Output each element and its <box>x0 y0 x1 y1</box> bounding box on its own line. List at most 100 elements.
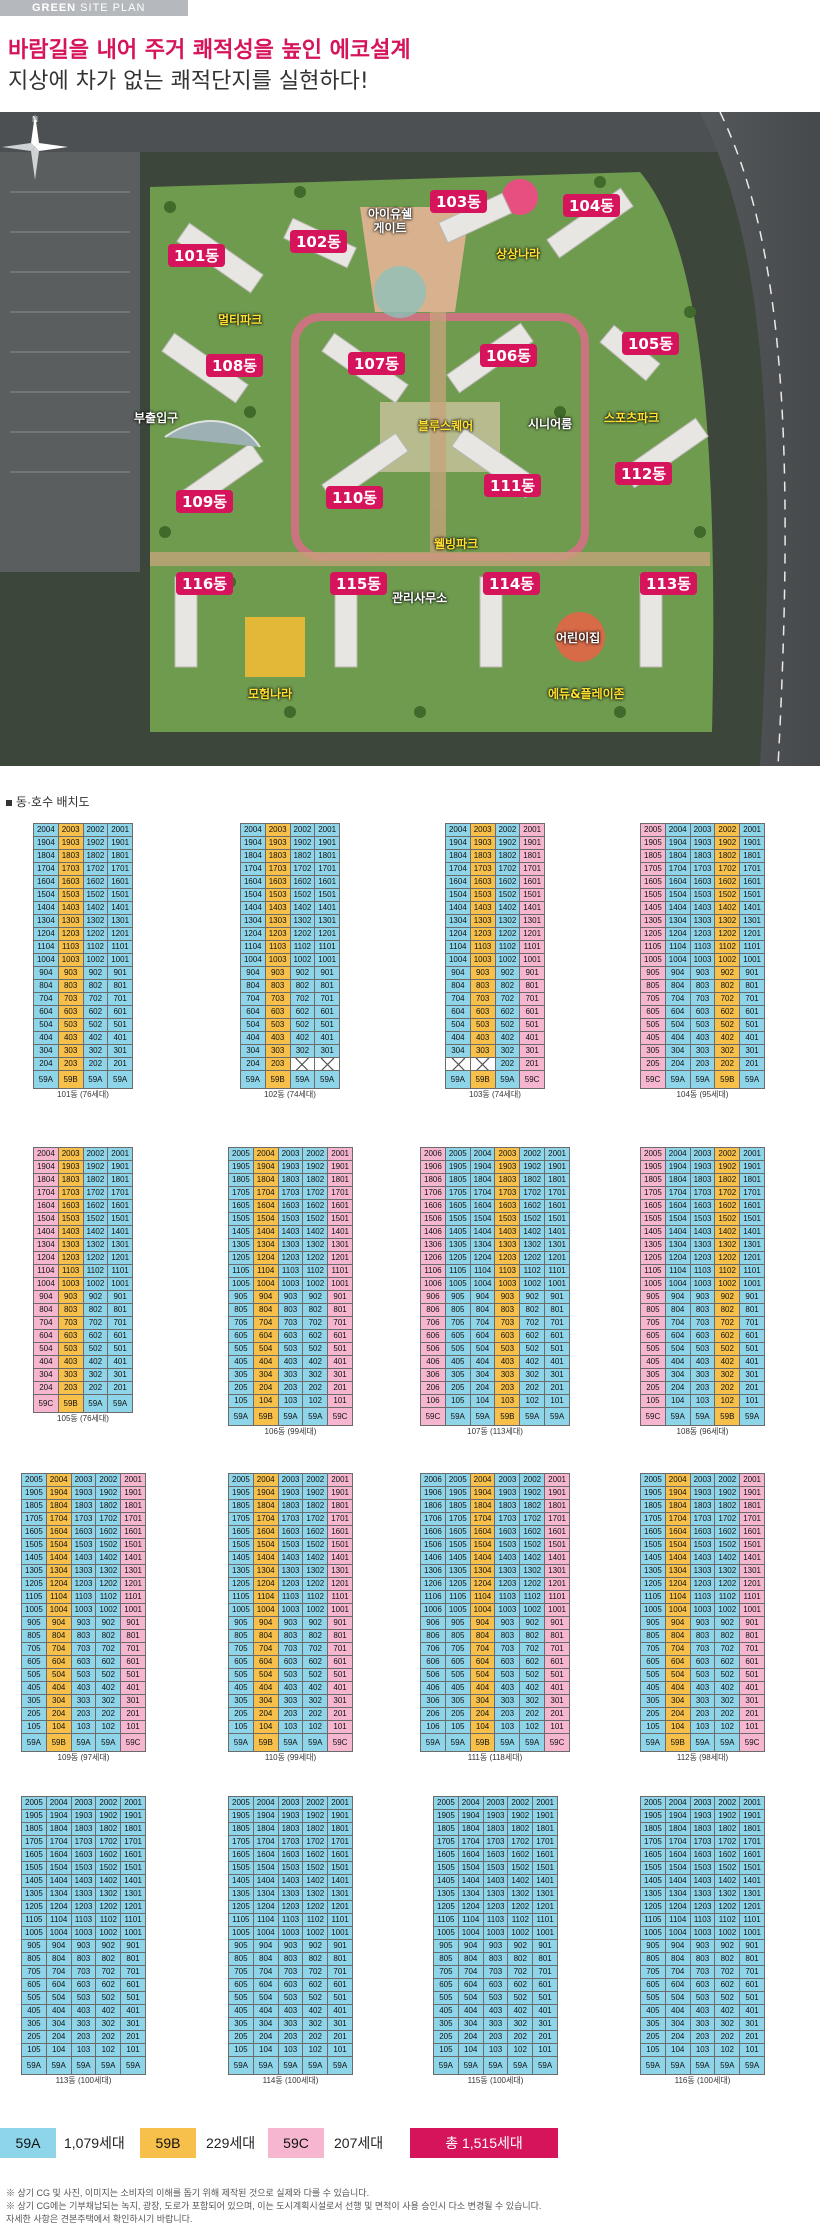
unit-cell: 1805 <box>228 1173 254 1187</box>
unit-cell: 405 <box>640 1031 666 1045</box>
building-label-115[interactable]: 115동 <box>330 572 388 595</box>
unit-cell: 1604 <box>252 1848 279 1862</box>
unit-cell: 901 <box>107 1290 133 1304</box>
unit-cell: 101 <box>739 2043 765 2057</box>
unit-cell: 802 <box>95 1629 122 1643</box>
unit-cell: 2002 <box>95 1796 122 1810</box>
building-label-106[interactable]: 106동 <box>480 344 538 367</box>
unit-cell: 1001 <box>544 1603 570 1617</box>
unit-cell: 1704 <box>240 862 266 876</box>
unit-cell: 401 <box>107 1031 133 1045</box>
unit-cell: 1406 <box>420 1225 446 1239</box>
unit-cell: 403 <box>689 1355 716 1369</box>
unit-cell: 204 <box>252 1707 279 1721</box>
unit-cell: 702 <box>714 1965 741 1979</box>
unit-cell: 1804 <box>33 849 59 863</box>
unit-cell: 1701 <box>519 862 545 876</box>
unit-type-cell: 59A <box>714 2056 741 2075</box>
unit-cell: 603 <box>264 1005 291 1019</box>
building-label-116[interactable]: 116동 <box>176 572 234 595</box>
unit-type-cell: 59A <box>70 1733 97 1752</box>
unit-cell: 1703 <box>689 1835 716 1849</box>
unit-cell: 203 <box>494 1381 521 1395</box>
unit-cell: 402 <box>714 1355 741 1369</box>
unit-cell: 105 <box>228 1720 254 1734</box>
building-label-105[interactable]: 105동 <box>622 332 680 355</box>
unit-cell: 1205 <box>228 1577 254 1591</box>
building-label-104[interactable]: 104동 <box>563 194 621 217</box>
unit-cell: 1405 <box>444 1225 471 1239</box>
unit-cell: 1204 <box>664 1577 691 1591</box>
unit-type-cell: 59A <box>739 2056 765 2075</box>
unit-cell: 1501 <box>532 1861 558 1875</box>
unit-cell: 905 <box>21 1939 47 1953</box>
unit-cell: 1303 <box>264 914 291 928</box>
building-label-112[interactable]: 112동 <box>615 462 673 485</box>
unit-cell: 303 <box>689 1694 716 1708</box>
unit-cell: 803 <box>689 1952 716 1966</box>
building-label-110[interactable]: 110동 <box>326 486 384 509</box>
unit-cell: 1606 <box>420 1199 446 1213</box>
unit-cell: 604 <box>664 1978 691 1992</box>
unit-cell: 506 <box>420 1342 446 1356</box>
facility-sangsang: 상상나라 <box>496 247 541 261</box>
unit-cell: 801 <box>519 979 545 993</box>
building-label-103[interactable]: 103동 <box>430 190 488 213</box>
unit-cell: 1304 <box>33 1238 59 1252</box>
unit-cell: 702 <box>302 1642 329 1656</box>
unit-cell: 1001 <box>314 953 340 967</box>
unit-cell: 104 <box>252 1720 279 1734</box>
unit-cell: 403 <box>277 1355 304 1369</box>
building-label-109[interactable]: 109동 <box>176 490 234 513</box>
unit-cell: 1405 <box>433 1874 459 1888</box>
unit-cell: 1304 <box>664 1887 691 1901</box>
unit-cell: 404 <box>469 1681 496 1695</box>
unit-cell: 1802 <box>494 849 521 863</box>
building-label-102[interactable]: 102동 <box>290 230 348 253</box>
unit-cell: 1405 <box>444 1551 471 1565</box>
unit-cell: 1701 <box>314 862 340 876</box>
unit-type-cell: 59C <box>33 1394 59 1413</box>
unit-cell: 603 <box>70 1978 97 1992</box>
unit-cell: 1905 <box>640 1809 666 1823</box>
facility-edu-play-zone: 에듀&플레이존 <box>548 687 625 701</box>
unit-cell: 401 <box>120 2004 146 2018</box>
unit-cell: 1503 <box>57 1212 84 1226</box>
building-label-107[interactable]: 107동 <box>348 352 406 375</box>
building-label-108[interactable]: 108동 <box>206 354 264 377</box>
unit-cell: 802 <box>519 1303 546 1317</box>
unit-cell: 702 <box>714 992 741 1006</box>
unit-cell: 1504 <box>33 888 59 902</box>
unit-type-cell: 59A <box>482 2056 509 2075</box>
unit-type-cell: 59A <box>739 1407 765 1426</box>
unit-cell: 1203 <box>70 1900 97 1914</box>
unit-type-cell: 59A <box>70 2056 97 2075</box>
unit-cell: 502 <box>82 1342 109 1356</box>
unit-cell: 601 <box>107 1329 133 1343</box>
unit-cell: 101 <box>120 1720 146 1734</box>
unit-cell: 603 <box>689 1978 716 1992</box>
unit-cell: 2002 <box>82 823 109 837</box>
unit-cell: 1705 <box>640 1835 666 1849</box>
unit-cell: 503 <box>469 1018 496 1032</box>
building-label-111[interactable]: 111동 <box>484 474 542 497</box>
unit-cell: 1003 <box>264 953 291 967</box>
building-label-113[interactable]: 113동 <box>640 572 698 595</box>
unit-cell: 503 <box>482 1991 509 2005</box>
unit-cell: 803 <box>494 1629 521 1643</box>
unit-cell: 1303 <box>494 1238 521 1252</box>
unit-cell: 901 <box>739 966 765 980</box>
unit-cell: 1104 <box>33 940 59 954</box>
unit-cell: 504 <box>457 1991 484 2005</box>
unit-cell: 105 <box>21 1720 47 1734</box>
facility-management-office: 관리사무소 <box>392 591 448 605</box>
unit-cell: 1801 <box>739 849 765 863</box>
unit-cell: 405 <box>228 1355 254 1369</box>
unit-cell: 403 <box>264 1031 291 1045</box>
unit-cell: 1801 <box>120 1822 146 1836</box>
unit-cell: 602 <box>519 1329 546 1343</box>
unit-cell: 1403 <box>57 1225 84 1239</box>
unit-cell: 1904 <box>664 1160 691 1174</box>
building-label-114[interactable]: 114동 <box>483 572 541 595</box>
building-label-101[interactable]: 101동 <box>168 244 226 267</box>
